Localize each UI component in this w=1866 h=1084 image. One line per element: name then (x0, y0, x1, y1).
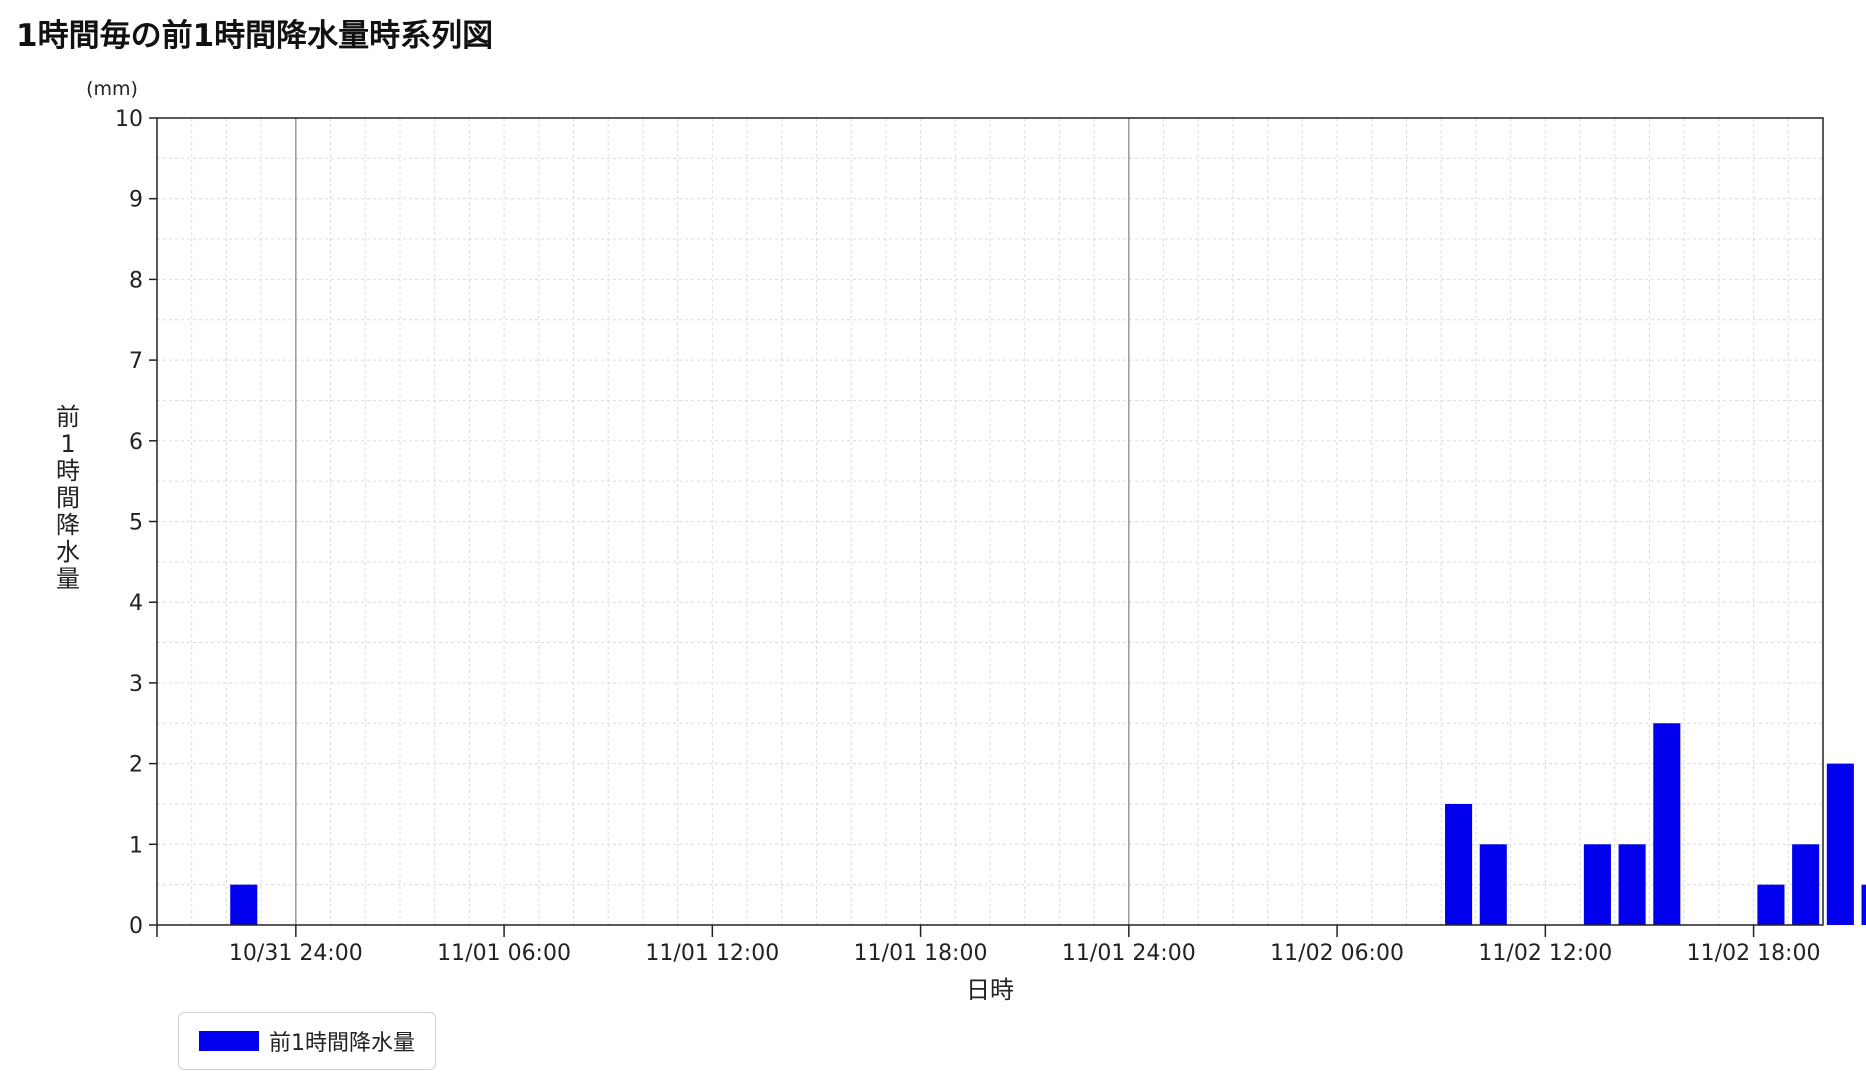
y-axis-title-char: 降 (56, 511, 80, 539)
bar (230, 884, 258, 925)
y-tick-label: 5 (129, 511, 143, 536)
y-tick-label: 1 (129, 833, 143, 858)
x-tick-label: 11/01 18:00 (854, 941, 988, 966)
x-tick-label: 11/01 12:00 (645, 941, 779, 966)
y-unit-label: (mm) (86, 78, 138, 100)
y-tick-label: 8 (129, 268, 143, 293)
y-axis-title-char: 間 (56, 484, 80, 512)
bar (1861, 884, 1866, 925)
y-tick-label: 2 (129, 753, 143, 778)
bar (1653, 723, 1681, 925)
y-axis-title-char: 水 (56, 538, 80, 566)
y-axis-title-char: 前 (56, 403, 80, 431)
bar (1445, 803, 1473, 925)
y-tick-label: 4 (129, 591, 143, 616)
bar (1792, 844, 1820, 925)
bar (1583, 844, 1611, 925)
x-tick-label: 11/01 06:00 (437, 941, 571, 966)
bar (1479, 844, 1507, 925)
y-tick-label: 10 (115, 107, 143, 132)
y-axis-title-char: 1 (60, 430, 75, 458)
bar (1826, 763, 1854, 925)
x-tick-label: 11/01 24:00 (1062, 941, 1196, 966)
x-tick-label: 11/02 06:00 (1270, 941, 1404, 966)
bar (1618, 844, 1646, 925)
y-tick-label: 3 (129, 672, 143, 697)
y-axis-title-char: 時 (56, 457, 80, 485)
y-tick-label: 7 (129, 349, 143, 374)
x-tick-label: 10/31 24:00 (229, 941, 363, 966)
legend-label: 前1時間降水量 (269, 1031, 415, 1056)
y-tick-label: 0 (129, 914, 143, 939)
y-axis-title-char: 量 (56, 565, 80, 593)
x-tick-label: 11/02 18:00 (1687, 941, 1821, 966)
legend: 前1時間降水量 (178, 1012, 436, 1070)
x-axis-title: 日時 (966, 976, 1014, 1004)
y-tick-label: 9 (129, 188, 143, 213)
bar (1757, 884, 1785, 925)
x-tick-label: 11/02 12:00 (1478, 941, 1612, 966)
legend-swatch (199, 1031, 259, 1051)
y-tick-label: 6 (129, 430, 143, 455)
precipitation-chart: 0 1 2 3 4 5 6 7 8 9 10 10/31 24:00 11/01 06:00 11/01 … (56, 78, 1866, 1004)
